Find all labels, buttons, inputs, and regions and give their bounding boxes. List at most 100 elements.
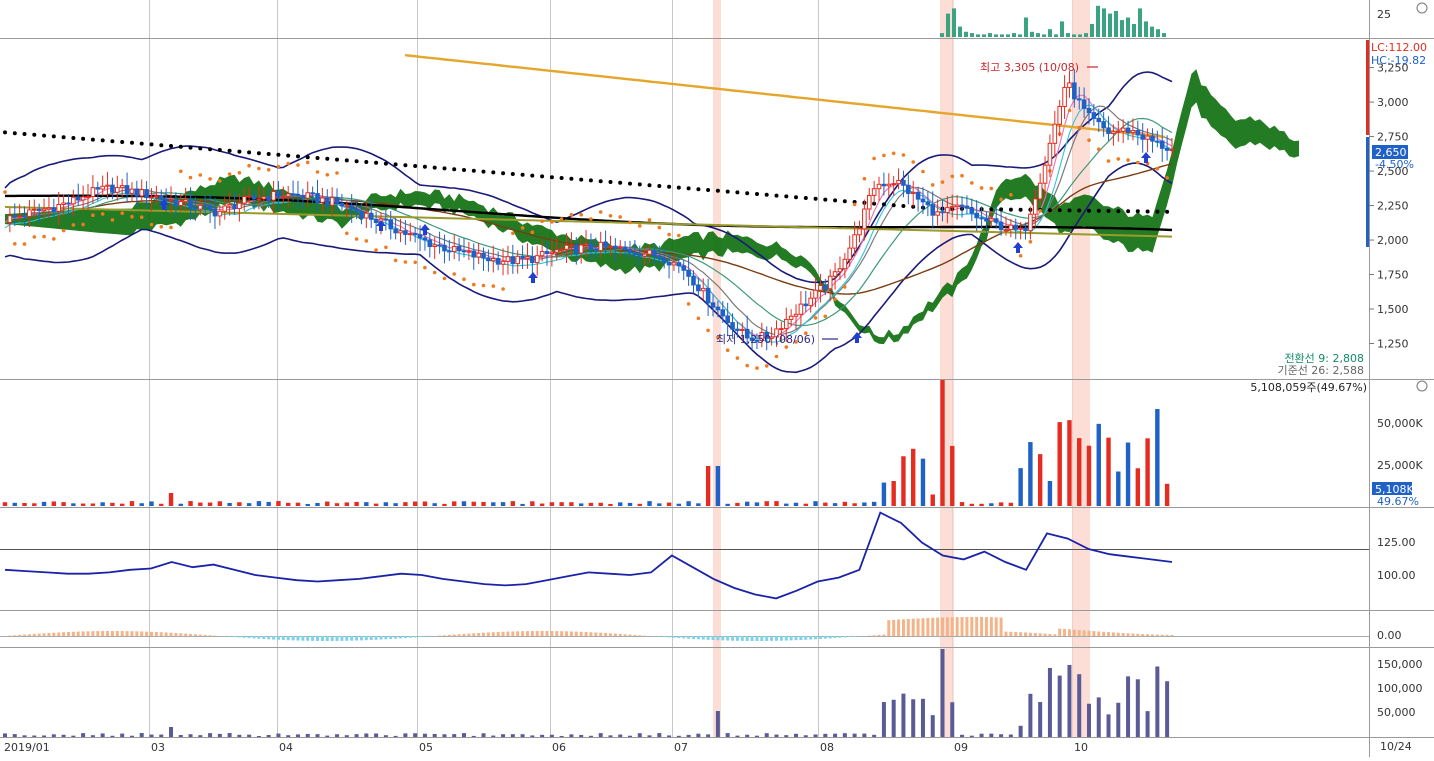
trend-dot — [843, 199, 847, 203]
sar-dot — [970, 181, 974, 185]
bottom-volume-bar — [218, 734, 222, 737]
candle-body — [306, 193, 310, 198]
macd-bar — [423, 636, 426, 637]
candle-body — [57, 204, 61, 211]
volume-bar — [686, 501, 690, 506]
volume-bar — [716, 466, 720, 506]
macd-bar — [375, 636, 378, 640]
trend-dot — [521, 173, 525, 177]
top-hist-bar — [1048, 29, 1052, 37]
trend-dot — [1107, 209, 1111, 213]
top-hist-bar — [1000, 34, 1004, 37]
sar-dot — [365, 239, 369, 243]
bottom-volume-bar — [433, 734, 437, 737]
bottom-volume-bar — [159, 735, 163, 737]
macd-bar — [790, 636, 793, 640]
volume-panel-toggle-icon[interactable] — [1417, 381, 1427, 391]
candle-body — [218, 211, 222, 216]
low-annotation: 최저 1,250 (08/06) — [716, 333, 815, 346]
candle-body — [467, 251, 471, 252]
macd-bar — [882, 635, 885, 636]
candle-body — [408, 234, 412, 235]
oscillator-tick-125: 125.00 — [1377, 536, 1416, 549]
volume-bar — [354, 502, 358, 506]
macd-bar — [506, 632, 509, 636]
macd-bar — [1039, 633, 1042, 636]
macd-bar — [585, 632, 588, 636]
volume-bar — [501, 502, 505, 506]
macd-bar — [521, 631, 524, 636]
sar-dot — [345, 232, 349, 236]
sar-dot — [1019, 254, 1023, 258]
volume-bar — [696, 503, 700, 506]
volume-bar — [462, 501, 466, 506]
price-tick-label: 2,250 — [1377, 200, 1409, 213]
bottom-volume-bar — [1097, 697, 1101, 737]
volume-bar — [1126, 443, 1130, 506]
macd-bar — [765, 636, 768, 641]
volume-bar — [1028, 442, 1032, 506]
volume-bar — [735, 503, 739, 506]
trend-dot — [1126, 209, 1130, 213]
candle-body — [614, 246, 618, 248]
x-axis-label: 09 — [954, 741, 968, 754]
candle-body — [555, 250, 559, 252]
candle-body — [965, 206, 969, 208]
volume-bar — [774, 501, 778, 506]
sar-dot — [23, 242, 27, 246]
candle-body — [433, 245, 437, 247]
candle-body — [521, 256, 525, 258]
bottom-volume-bar — [32, 736, 36, 737]
trend-dot — [1087, 209, 1091, 213]
candle-body — [697, 285, 701, 291]
candle-body — [848, 248, 852, 259]
candle-body — [618, 247, 622, 248]
trend-dot — [91, 138, 95, 142]
trend-dot — [433, 166, 437, 170]
volume-bar — [1136, 468, 1140, 506]
bottom-volume-bar — [316, 734, 320, 737]
sar-dot — [579, 213, 583, 217]
macd-tick-zero: 0.00 — [1377, 629, 1402, 642]
candle-body — [975, 213, 979, 218]
candle-body — [531, 257, 535, 263]
trend-dot — [1116, 209, 1120, 213]
macd-bar — [775, 636, 778, 641]
trend-dot — [120, 140, 124, 144]
macd-bar — [306, 636, 309, 641]
macd-bar — [228, 636, 231, 637]
volume-bar — [423, 501, 427, 506]
macd-bar — [887, 620, 890, 636]
bottom-volume-bar — [247, 735, 251, 737]
sar-dot — [667, 233, 671, 237]
macd-bar — [755, 636, 758, 641]
trend-dot — [325, 157, 329, 161]
trend-dot — [755, 192, 759, 196]
candle-body — [233, 204, 237, 208]
macd-bar — [961, 617, 964, 636]
volume-bar — [804, 504, 808, 506]
scroll-up-icon[interactable] — [1417, 3, 1427, 13]
macd-bar — [87, 631, 90, 636]
trend-dot — [550, 175, 554, 179]
macd-bar — [160, 632, 163, 636]
macd-bar — [321, 636, 324, 641]
hc-label: HC:-19.82 — [1371, 54, 1426, 67]
candle-body — [135, 189, 139, 196]
candle-body — [47, 208, 51, 209]
candle-body — [970, 208, 974, 213]
candle-body — [535, 256, 539, 263]
candle-body — [853, 235, 857, 248]
x-axis-label: 05 — [419, 741, 433, 754]
stock-chart[interactable]: 25 1,2501,5001,7502,0002,2502,5002,7503,… — [0, 0, 1434, 757]
candle-body — [501, 261, 505, 264]
trend-dot — [804, 196, 808, 200]
sar-dot — [1068, 109, 1072, 113]
trend-dot — [198, 146, 202, 150]
sar-dot — [531, 230, 535, 234]
sar-dot — [521, 226, 525, 230]
trend-dot — [1068, 208, 1072, 212]
volume-bar — [1057, 422, 1061, 506]
candle-body — [799, 304, 803, 314]
sar-dot — [540, 219, 544, 223]
